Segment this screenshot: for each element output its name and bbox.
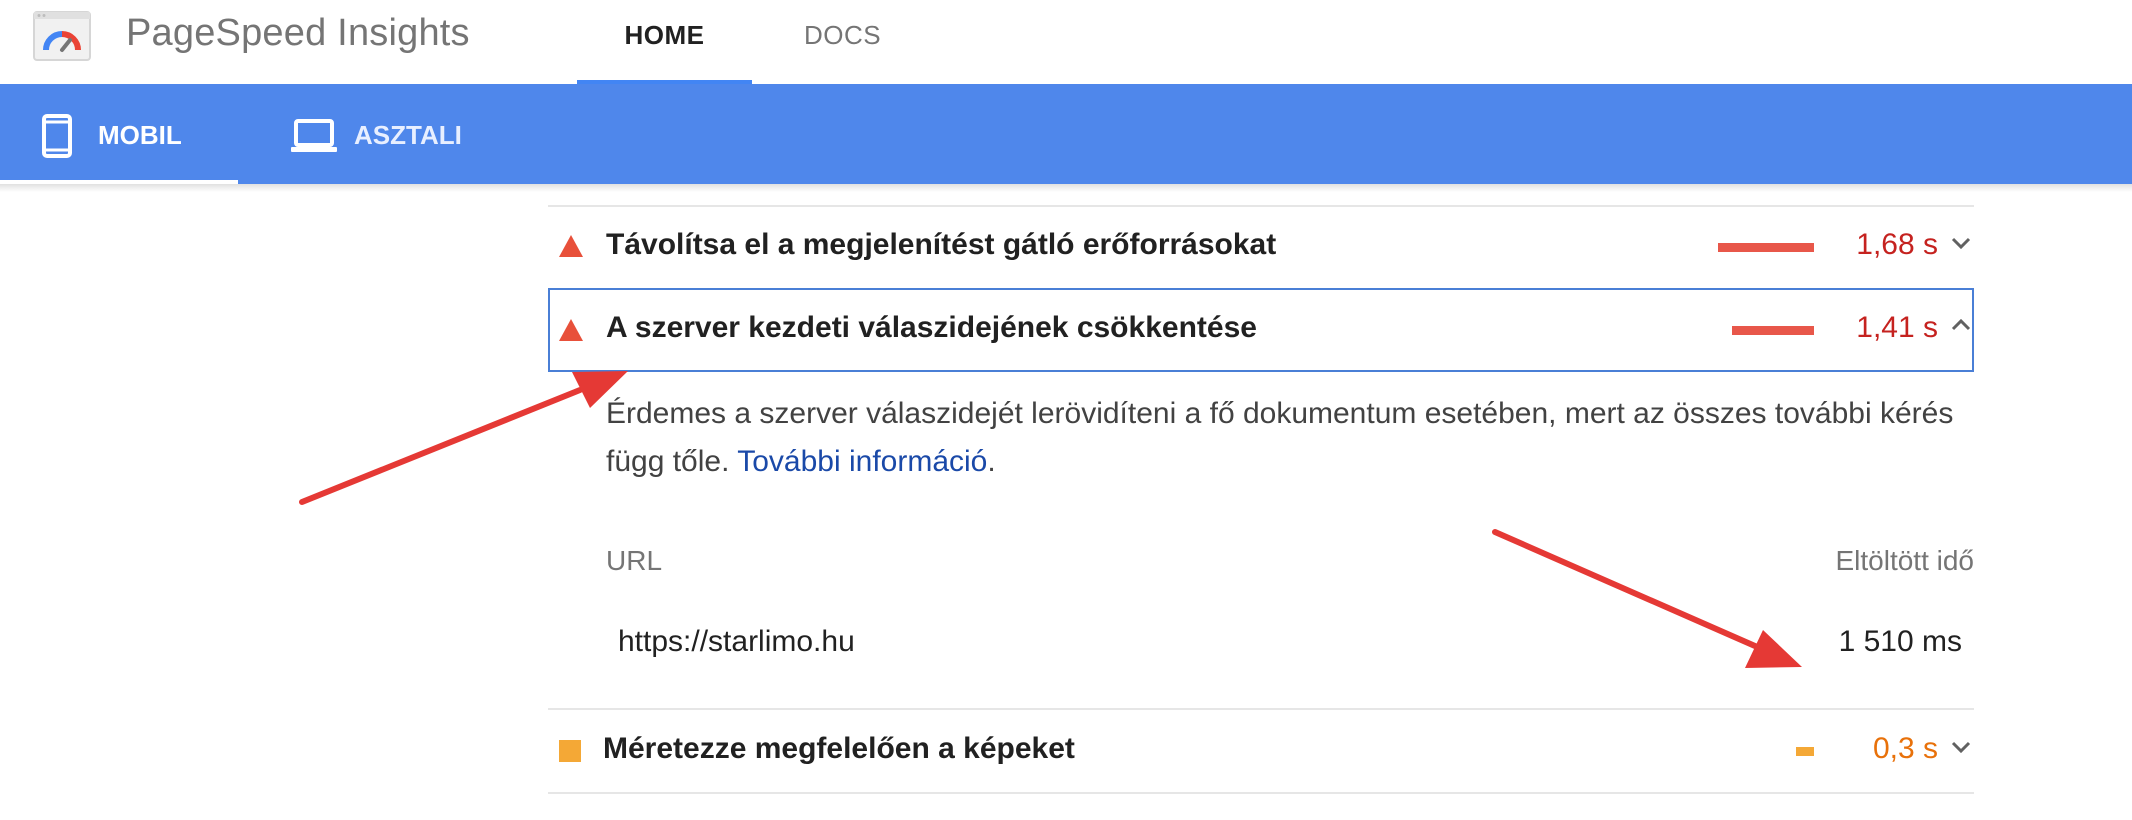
- table-cell-url: https://starlimo.hu: [618, 625, 855, 658]
- laptop-icon: [290, 118, 338, 161]
- divider: [548, 792, 1974, 794]
- tab-home-label: HOME: [624, 20, 705, 50]
- audit-savings-bar: [1718, 243, 1814, 252]
- audit-savings-bar: [1732, 326, 1814, 335]
- tab-docs[interactable]: DOCS: [780, 20, 905, 84]
- top-header: PageSpeed Insights HOME DOCS: [0, 0, 2132, 84]
- audit-title: A szerver kezdeti válaszidejének csökken…: [606, 311, 1257, 344]
- average-square-icon: [558, 739, 582, 768]
- device-tab-bar: MOBIL ASZTALI: [0, 84, 2132, 184]
- device-tab-mobile-label: MOBIL: [98, 120, 182, 150]
- tab-home[interactable]: HOME: [577, 20, 752, 84]
- audit-value: 0,3 s: [1872, 732, 1938, 765]
- audit-description: Érdemes a szerver válaszidejét lerövidít…: [606, 390, 1976, 486]
- link-suffix: .: [987, 445, 996, 478]
- device-tab-desktop-label: ASZTALI: [354, 120, 462, 150]
- device-tab-mobile[interactable]: MOBIL: [0, 84, 238, 184]
- audit-value: 1,41 s: [1856, 311, 1938, 344]
- audit-value: 1,68 s: [1856, 228, 1938, 261]
- device-tab-desktop[interactable]: ASZTALI: [280, 84, 500, 184]
- fail-triangle-icon: [558, 318, 584, 347]
- audit-title: Távolítsa el a megjelenítést gátló erőfo…: [606, 228, 1277, 261]
- audit-row-server-response[interactable]: A szerver kezdeti válaszidejének csökken…: [548, 288, 1974, 372]
- pagespeed-logo-icon: [32, 10, 92, 62]
- audit-row-image-sizing[interactable]: Méretezze megfelelően a képeket 0,3 s: [548, 710, 1974, 792]
- annotation-arrow-left: [299, 371, 628, 505]
- table-header-url: URL: [606, 545, 663, 576]
- header-shadow: [0, 184, 2132, 192]
- tab-docs-label: DOCS: [803, 20, 882, 50]
- smartphone-icon: [42, 114, 72, 165]
- annotation-arrow-right: [1492, 529, 1802, 668]
- app-title: PageSpeed Insights: [126, 12, 470, 54]
- audit-savings-bar: [1796, 747, 1814, 756]
- audit-row-render-blocking[interactable]: Távolítsa el a megjelenítést gátló erőfo…: [548, 206, 1974, 288]
- chevron-up-icon[interactable]: [1950, 318, 1972, 337]
- table-cell-time: 1 510 ms: [1838, 625, 1962, 658]
- table-header-time: Eltöltött idő: [1835, 545, 1974, 576]
- audit-title: Méretezze megfelelően a képeket: [603, 732, 1075, 765]
- chevron-down-icon[interactable]: [1950, 236, 1972, 255]
- learn-more-link[interactable]: További információ: [737, 445, 987, 478]
- fail-triangle-icon: [558, 234, 584, 263]
- chevron-down-icon[interactable]: [1950, 740, 1972, 759]
